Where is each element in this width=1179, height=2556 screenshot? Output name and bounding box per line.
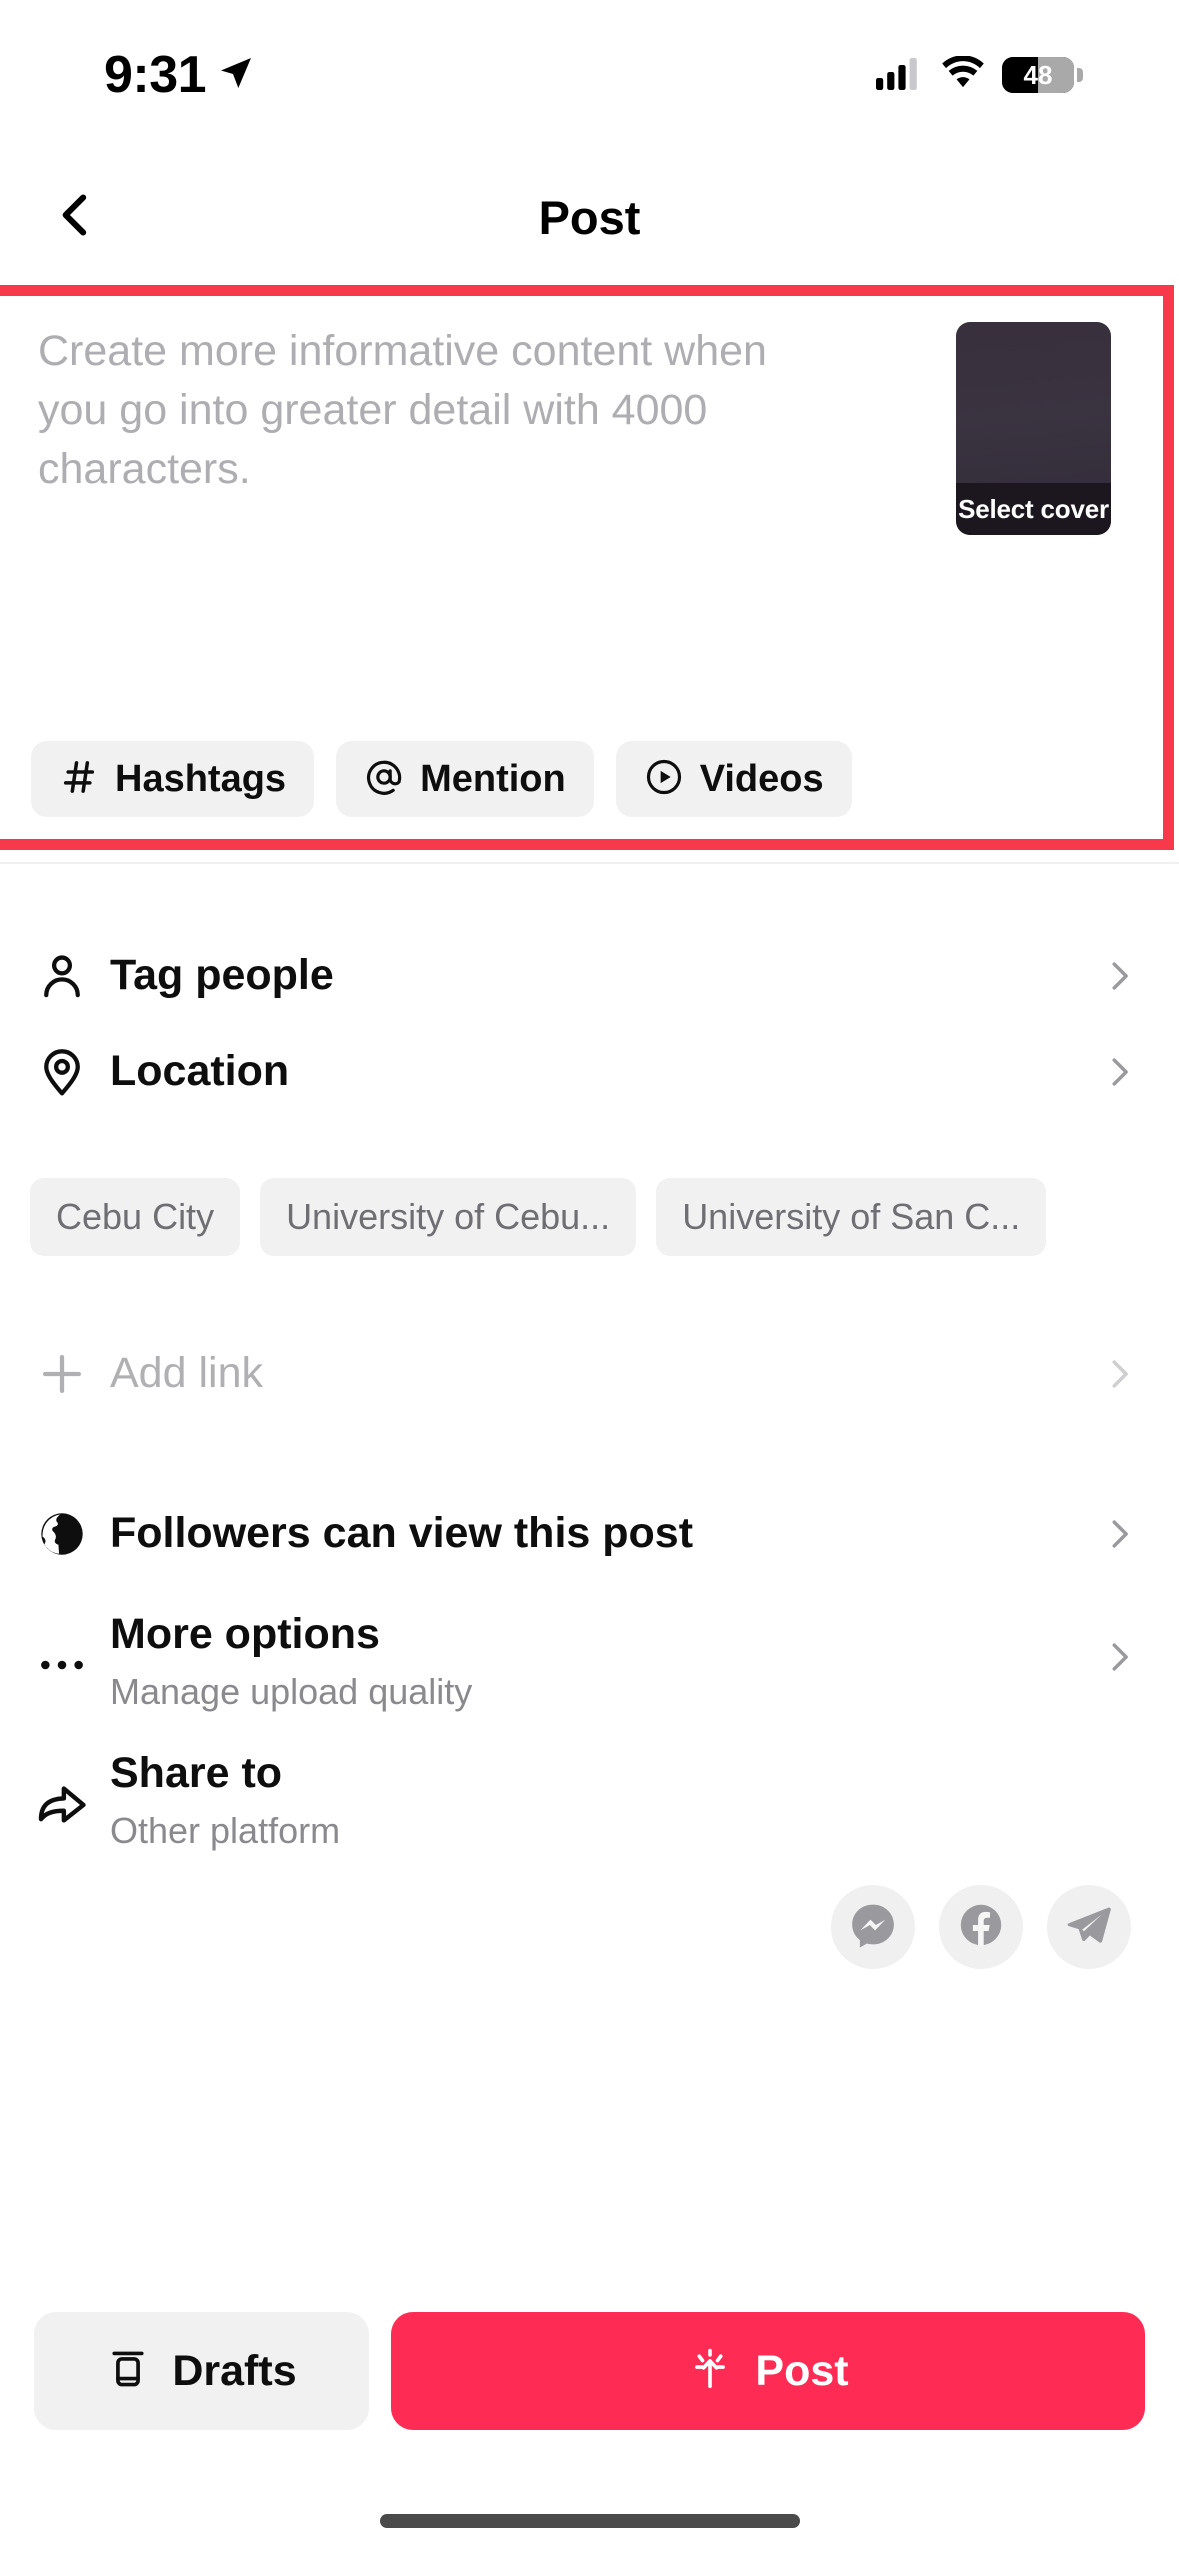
more-options-text: More options Manage upload quality (110, 1609, 472, 1713)
caption-input[interactable]: Create more informative content when you… (38, 322, 828, 499)
chevron-right-icon (1099, 1052, 1139, 1092)
hashtags-chip[interactable]: Hashtags (31, 741, 315, 817)
location-text: Location (110, 1046, 289, 1098)
map-pin-icon (34, 1044, 90, 1100)
hashtags-chip-label: Hashtags (115, 757, 287, 800)
share-arrow-icon (34, 1776, 90, 1832)
tag-people-label: Tag people (110, 951, 334, 1000)
more-options-label: More options (110, 1610, 380, 1658)
location-arrow-icon (216, 53, 256, 98)
chevron-right-icon (1099, 956, 1139, 996)
share-target-telegram[interactable] (1047, 1885, 1131, 1969)
location-suggestion-chip[interactable]: Cebu City (30, 1178, 241, 1256)
battery-cap (1077, 68, 1083, 82)
more-options-subtitle: Manage upload quality (110, 1670, 473, 1712)
chevron-left-icon (47, 187, 103, 248)
chevron-right-icon (1099, 1637, 1139, 1677)
facebook-icon (956, 1900, 1006, 1955)
plus-icon (34, 1346, 90, 1402)
location-suggestion-chip[interactable]: University of Cebu... (260, 1178, 637, 1256)
wifi-icon (940, 54, 986, 95)
videos-chip[interactable]: Videos (615, 741, 852, 817)
ellipsis-icon (34, 1637, 90, 1693)
chevron-right-icon (1099, 1354, 1139, 1394)
chevron-right-icon (1099, 1514, 1139, 1554)
post-button[interactable]: Post (391, 2312, 1145, 2430)
privacy-text: Followers can view this post (110, 1508, 693, 1560)
home-indicator (379, 2514, 800, 2528)
play-circle-icon (644, 757, 684, 802)
hashtag-icon (59, 757, 99, 802)
caption-tool-chips: Hashtags Mention Videos (31, 741, 852, 817)
mention-chip[interactable]: Mention (336, 741, 594, 817)
status-bar: 9:31 48 (0, 0, 1179, 150)
location-suggestion-chip[interactable]: University of San C... (656, 1178, 1047, 1256)
drafts-box-icon (106, 2347, 150, 2396)
page-title: Post (538, 191, 641, 244)
add-link-text: Add link (110, 1348, 263, 1400)
post-button-label: Post (755, 2346, 849, 2395)
bottom-action-bar: Drafts Post (0, 2312, 1179, 2452)
select-cover-thumbnail[interactable]: Select cover (956, 322, 1111, 535)
nav-header: Post (0, 150, 1179, 285)
add-link-label: Add link (110, 1349, 263, 1398)
messenger-icon (848, 1900, 898, 1955)
privacy-label: Followers can view this post (110, 1509, 694, 1558)
location-suggestion-chips: Cebu City University of Cebu... Universi… (0, 1178, 1179, 1256)
share-to-text: Share to Other platform (110, 1748, 340, 1852)
share-target-messenger[interactable] (831, 1885, 915, 1969)
share-to-label: Share to (110, 1749, 283, 1797)
drafts-button-label: Drafts (172, 2346, 297, 2395)
battery-level-label: 48 (1023, 60, 1053, 90)
at-sign-icon (364, 757, 404, 802)
videos-chip-label: Videos (699, 757, 824, 800)
divider-below-caption (0, 862, 1179, 864)
status-time: 9:31 (104, 46, 207, 104)
select-cover-bar: Select cover (956, 483, 1111, 535)
cellular-signal-icon (876, 56, 924, 95)
share-target-facebook[interactable] (939, 1885, 1023, 1969)
add-link-row[interactable]: Add link (0, 1310, 1179, 1438)
share-to-row[interactable]: Share to Other platform (0, 1712, 1179, 1882)
select-cover-label: Select cover (958, 493, 1109, 524)
telegram-icon (1065, 1901, 1113, 1954)
battery-body: 48 (1002, 57, 1074, 93)
globe-icon (34, 1506, 90, 1562)
tiktok-post-screen: 9:31 48 Post Create more informative con… (0, 0, 1179, 2556)
post-upload-icon (687, 2346, 733, 2397)
share-to-subtitle: Other platform (110, 1809, 341, 1851)
back-button[interactable] (40, 183, 110, 253)
status-bar-right: 48 (876, 54, 1083, 95)
share-target-list (831, 1885, 1131, 1969)
status-bar-left: 9:31 (104, 45, 256, 105)
tag-people-text: Tag people (110, 950, 334, 1002)
caption-section: Create more informative content when you… (0, 296, 1163, 839)
drafts-button[interactable]: Drafts (34, 2312, 369, 2430)
battery-indicator: 48 (1002, 57, 1083, 93)
location-label: Location (110, 1047, 290, 1096)
location-row[interactable]: Location (0, 1008, 1179, 1136)
mention-chip-label: Mention (420, 757, 566, 800)
person-icon (34, 948, 90, 1004)
